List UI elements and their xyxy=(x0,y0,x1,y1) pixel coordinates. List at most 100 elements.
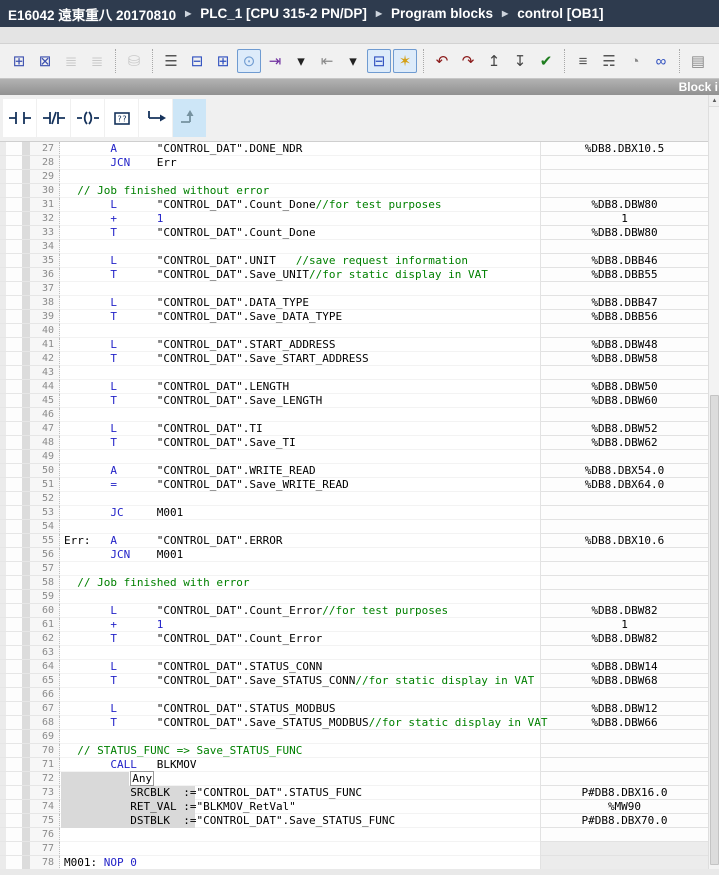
code-text[interactable]: JCN M001 xyxy=(60,548,540,562)
instruction: L xyxy=(110,254,156,267)
open-all-networks-icon[interactable]: ⊟ xyxy=(185,49,209,73)
operand: "CONTROL_DAT".Count_Error xyxy=(157,604,323,617)
code-text[interactable]: A "CONTROL_DAT".DONE_NDR xyxy=(60,142,540,156)
code-text[interactable]: L "CONTROL_DAT".STATUS_MODBUS xyxy=(60,702,540,716)
code-text[interactable] xyxy=(60,282,540,296)
code-text[interactable] xyxy=(60,730,540,744)
breadcrumb-program-blocks[interactable]: Program blocks xyxy=(391,6,493,21)
tia-portal-window: E16042 遠東重八 20170810 ▶ PLC_1 [CPU 315-2 … xyxy=(0,0,719,875)
code-text[interactable] xyxy=(60,324,540,338)
absolute-address xyxy=(540,366,708,380)
code-text[interactable] xyxy=(60,170,540,184)
network-comments-icon[interactable]: ⊙ xyxy=(237,49,261,73)
code-text[interactable]: T "CONTROL_DAT".Save_DATA_TYPE xyxy=(60,310,540,324)
code-text[interactable]: JC M001 xyxy=(60,506,540,520)
code-line: 74 RET_VAL :="BLKMOV_RetVal"%MW90 xyxy=(0,800,708,814)
code-text[interactable]: CALL BLKMOV xyxy=(60,758,540,772)
code-text[interactable]: SRCBLK :="CONTROL_DAT".STATUS_FUNC xyxy=(60,786,540,800)
redo-icon[interactable]: ↷ xyxy=(456,49,480,73)
code-text[interactable] xyxy=(60,828,540,842)
upload-snapshot-icon[interactable]: ↥ xyxy=(482,49,506,73)
code-text[interactable] xyxy=(60,240,540,254)
code-text[interactable]: T "CONTROL_DAT".Count_Done xyxy=(60,226,540,240)
code-text[interactable]: Err: A "CONTROL_DAT".ERROR xyxy=(60,534,540,548)
code-text[interactable]: L "CONTROL_DAT".Count_Error//for test pu… xyxy=(60,604,540,618)
any-pointer-field[interactable]: Any xyxy=(130,771,154,786)
code-text[interactable]: // Job finished with error xyxy=(60,576,540,590)
scrollbar-thumb[interactable] xyxy=(710,395,719,865)
code-text[interactable] xyxy=(60,842,540,856)
code-text[interactable]: A "CONTROL_DAT".WRITE_READ xyxy=(60,464,540,478)
open-branch-icon[interactable] xyxy=(139,99,172,137)
code-text[interactable]: L "CONTROL_DAT".LENGTH xyxy=(60,380,540,394)
expand-statements-icon[interactable]: ≡ xyxy=(571,49,595,73)
operand xyxy=(64,198,110,211)
compile-icon[interactable]: ✔ xyxy=(534,49,558,73)
code-text[interactable] xyxy=(60,408,540,422)
absolute-address xyxy=(540,842,708,856)
code-text[interactable]: L "CONTROL_DAT".Count_Done//for test pur… xyxy=(60,198,540,212)
code-text[interactable]: JCN Err xyxy=(60,156,540,170)
code-text[interactable]: L "CONTROL_DAT".DATA_TYPE xyxy=(60,296,540,310)
code-text[interactable]: M001: NOP 0 xyxy=(60,856,540,870)
code-text[interactable]: + 1 xyxy=(60,212,540,226)
network-overview-icon[interactable]: ☰ xyxy=(159,49,183,73)
nc-contact-icon[interactable] xyxy=(37,99,70,137)
breadcrumb-block[interactable]: control [OB1] xyxy=(517,6,603,21)
undo-icon[interactable]: ↶ xyxy=(430,49,454,73)
collapse-statements-icon[interactable]: ☴ xyxy=(597,49,621,73)
code-line: 35 L "CONTROL_DAT".UNIT //save request i… xyxy=(0,254,708,268)
code-text[interactable]: T "CONTROL_DAT".Save_TI xyxy=(60,436,540,450)
code-text[interactable]: T "CONTROL_DAT".Save_UNIT//for static di… xyxy=(60,268,540,282)
breadcrumb-plc[interactable]: PLC_1 [CPU 315-2 PN/DP] xyxy=(200,6,367,21)
code-text[interactable] xyxy=(60,520,540,534)
code-text[interactable] xyxy=(60,366,540,380)
code-text[interactable]: T "CONTROL_DAT".Save_START_ADDRESS xyxy=(60,352,540,366)
code-text[interactable]: T "CONTROL_DAT".Count_Error xyxy=(60,632,540,646)
code-text[interactable]: // STATUS_FUNC => Save_STATUS_FUNC xyxy=(60,744,540,758)
scroll-up-icon[interactable]: ▲ xyxy=(709,95,719,107)
close-branch-icon[interactable] xyxy=(173,99,206,137)
insert-block-icon[interactable]: ⇥ xyxy=(263,49,287,73)
vertical-scrollbar[interactable]: ▲ xyxy=(708,95,719,875)
code-text[interactable]: RET_VAL :="BLKMOV_RetVal" xyxy=(60,800,540,814)
freeform-comment-icon[interactable]: ⊟ xyxy=(367,49,391,73)
insert-block-dropdown-icon[interactable]: ▾ xyxy=(289,49,313,73)
code-text[interactable]: // Job finished without error xyxy=(60,184,540,198)
code-text[interactable] xyxy=(60,688,540,702)
code-text[interactable] xyxy=(60,562,540,576)
insert-network-icon[interactable]: ⊞ xyxy=(7,49,31,73)
call-structure-icon[interactable]: ◔ xyxy=(623,49,647,73)
delete-network-icon[interactable]: ⊠ xyxy=(33,49,57,73)
code-text[interactable]: T "CONTROL_DAT".Save_STATUS_MODBUS//for … xyxy=(60,716,540,730)
no-contact-icon[interactable] xyxy=(3,99,36,137)
insert-segment-icon[interactable]: ⇤ xyxy=(315,49,339,73)
code-text[interactable] xyxy=(60,590,540,604)
code-text[interactable]: DSTBLK :="CONTROL_DAT".Save_STATUS_FUNC xyxy=(60,814,540,828)
code-text[interactable]: + 1 xyxy=(60,618,540,632)
code-text[interactable]: L "CONTROL_DAT".TI xyxy=(60,422,540,436)
code-text[interactable]: = "CONTROL_DAT".Save_WRITE_READ xyxy=(60,478,540,492)
line-number: 37 xyxy=(0,282,60,296)
code-text[interactable]: Any xyxy=(60,772,540,786)
monitoring-icon[interactable]: ∞ xyxy=(649,49,673,73)
code-text[interactable] xyxy=(60,450,540,464)
editor-settings-icon[interactable]: ▤ xyxy=(686,49,710,73)
absolute-address: %DB8.DBW48 xyxy=(540,338,708,352)
code-text[interactable] xyxy=(60,492,540,506)
empty-box-icon[interactable]: ?? xyxy=(105,99,138,137)
block-interface-bar[interactable]: Block i xyxy=(0,79,719,95)
breadcrumb-project[interactable]: E16042 遠東重八 20170810 xyxy=(8,4,176,24)
download-snapshot-icon[interactable]: ↧ xyxy=(508,49,532,73)
code-text[interactable]: T "CONTROL_DAT".Save_STATUS_CONN//for st… xyxy=(60,674,540,688)
code-text[interactable]: L "CONTROL_DAT".START_ADDRESS xyxy=(60,338,540,352)
code-text[interactable] xyxy=(60,646,540,660)
code-text[interactable]: T "CONTROL_DAT".Save_LENGTH xyxy=(60,394,540,408)
favorites-toggle-icon[interactable]: ✶ xyxy=(393,49,417,73)
code-text[interactable]: L "CONTROL_DAT".STATUS_CONN xyxy=(60,660,540,674)
insert-segment-dropdown-icon[interactable]: ▾ xyxy=(341,49,365,73)
close-all-networks-icon[interactable]: ⊞ xyxy=(211,49,235,73)
coil-icon[interactable] xyxy=(71,99,104,137)
code-text[interactable]: L "CONTROL_DAT".UNIT //save request info… xyxy=(60,254,540,268)
instruction: A xyxy=(110,464,156,477)
